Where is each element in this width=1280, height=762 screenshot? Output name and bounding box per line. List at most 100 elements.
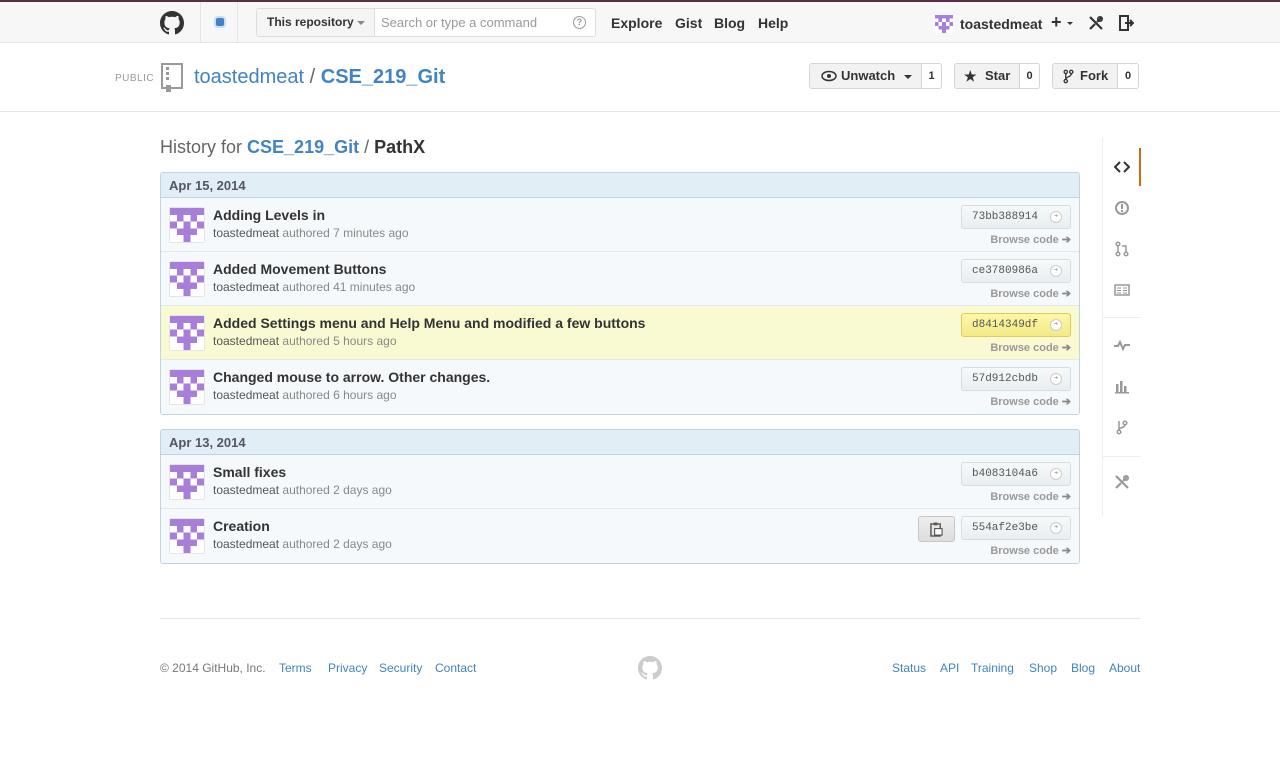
- search-help-icon[interactable]: ?: [573, 16, 586, 29]
- browse-code-link[interactable]: Browse code ➔: [990, 287, 1071, 300]
- repo-owner-link[interactable]: toastedmeat: [194, 66, 304, 88]
- commit-message-link[interactable]: Added Settings menu and Help Menu and mo…: [213, 315, 645, 331]
- commit-author-link[interactable]: toastedmeat: [213, 334, 279, 348]
- commit-group: Apr 15, 2014 Adding Levels in toastedmeat…: [160, 172, 1080, 415]
- commit-message-link[interactable]: Small fixes: [213, 464, 286, 480]
- search-scope-dropdown[interactable]: This repository: [257, 9, 375, 36]
- commit-row: Adding Levels in toastedmeat authored 7 m…: [161, 198, 1079, 252]
- nav-blog[interactable]: Blog: [714, 15, 745, 31]
- commit-message-link[interactable]: Creation: [213, 518, 270, 534]
- watchers-count[interactable]: 1: [922, 63, 942, 89]
- commit-sha-button[interactable]: d8414349df ➜: [961, 313, 1071, 337]
- commit-time: 6 hours ago: [333, 388, 397, 402]
- commit-row: Added Movement Buttons toastedmeat author…: [161, 252, 1079, 306]
- github-octocat-icon[interactable]: [160, 11, 184, 35]
- footer-link-contact[interactable]: Contact: [435, 661, 476, 675]
- user-avatar: [935, 15, 953, 33]
- commit-sha: 57d912cbdb: [972, 373, 1039, 385]
- create-new-plus-icon[interactable]: +: [1051, 12, 1062, 33]
- fork-icon: [1063, 69, 1074, 84]
- footer-link-about[interactable]: About: [1109, 661, 1140, 675]
- commit-sha-button[interactable]: 57d912cbdb ➜: [961, 367, 1071, 391]
- footer-link-api[interactable]: API: [940, 661, 959, 675]
- arrow-right-icon: ➔: [1061, 342, 1071, 354]
- sidebar-divider: [1103, 317, 1141, 318]
- account-settings-tools-icon[interactable]: [1088, 15, 1104, 31]
- footer-link-shop[interactable]: Shop: [1029, 661, 1057, 675]
- repo-title-separator: /: [309, 66, 316, 88]
- commit-sha: b4083104a6: [972, 468, 1039, 480]
- commit-message-link[interactable]: Added Movement Buttons: [213, 261, 386, 277]
- star-button[interactable]: ★ Star: [954, 63, 1020, 89]
- commit-author-link[interactable]: toastedmeat: [213, 280, 279, 294]
- commit-sha-button[interactable]: b4083104a6 ➜: [961, 462, 1071, 486]
- page-title: History for CSE_219_Git / PathX: [160, 137, 425, 158]
- author-avatar[interactable]: [169, 207, 205, 243]
- repo-nav-sidebar: [1102, 138, 1141, 516]
- browse-code-link[interactable]: Browse code ➔: [990, 544, 1071, 557]
- sidebar-item-issues[interactable]: [1103, 189, 1141, 227]
- commit-author-link[interactable]: toastedmeat: [213, 226, 279, 240]
- nav-explore[interactable]: Explore: [611, 15, 662, 31]
- commit-sha-button[interactable]: 73bb388914 ➜: [961, 205, 1071, 229]
- unwatch-button[interactable]: Unwatch: [809, 63, 922, 89]
- browse-code-link[interactable]: Browse code ➔: [990, 490, 1071, 503]
- commit-sha-button[interactable]: 554af2e3be ➜: [961, 516, 1071, 540]
- commit-author-link[interactable]: toastedmeat: [213, 537, 279, 551]
- repo-name-link[interactable]: CSE_219_Git: [321, 66, 446, 88]
- arrow-right-icon: ➜: [1050, 319, 1062, 331]
- sidebar-item-wiki[interactable]: [1103, 271, 1141, 309]
- browse-code-link[interactable]: Browse code ➔: [990, 233, 1071, 246]
- settings-tools-icon: [1115, 474, 1130, 489]
- sidebar-item-settings[interactable]: [1103, 463, 1141, 501]
- commit-group: Apr 13, 2014 Small fixes toastedmeat auth…: [160, 429, 1080, 564]
- commit-sha-button[interactable]: ce3780986a ➜: [961, 259, 1071, 283]
- breadcrumb-separator: /: [364, 137, 370, 157]
- sign-out-icon[interactable]: [1118, 15, 1134, 31]
- nav-help[interactable]: Help: [758, 15, 788, 31]
- arrow-right-icon: ➜: [1050, 211, 1062, 223]
- commit-author-link[interactable]: toastedmeat: [213, 483, 279, 497]
- sidebar-item-graphs[interactable]: [1103, 367, 1141, 405]
- github-octocat-icon[interactable]: [638, 656, 662, 680]
- author-avatar[interactable]: [169, 369, 205, 405]
- commit-message-link[interactable]: Adding Levels in: [213, 207, 325, 223]
- forks-count[interactable]: 0: [1118, 63, 1139, 89]
- fork-button[interactable]: Fork: [1052, 63, 1118, 89]
- author-avatar[interactable]: [169, 261, 205, 297]
- sidebar-item-network[interactable]: [1103, 408, 1141, 446]
- nav-gist[interactable]: Gist: [675, 15, 702, 31]
- sidebar-item-pull-requests[interactable]: [1103, 230, 1141, 268]
- site-search: This repository ?: [256, 8, 596, 37]
- browse-code-link[interactable]: Browse code ➔: [990, 341, 1071, 354]
- footer-link-terms[interactable]: Terms: [279, 661, 312, 675]
- breadcrumb-repo-link[interactable]: CSE_219_Git: [247, 137, 359, 157]
- footer-link-privacy[interactable]: Privacy: [328, 661, 367, 675]
- graphs-icon: [1115, 381, 1129, 394]
- authored-label: authored: [282, 280, 330, 294]
- author-avatar[interactable]: [169, 315, 205, 351]
- copy-sha-button[interactable]: [918, 516, 955, 542]
- sidebar-item-code[interactable]: [1103, 148, 1141, 186]
- network-icon: [1116, 420, 1128, 435]
- issues-icon: [1115, 201, 1129, 215]
- search-scope-label: This repository: [267, 15, 354, 29]
- commit-meta: toastedmeat authored 2 days ago: [213, 483, 392, 497]
- wiki-icon: [1114, 284, 1130, 296]
- commit-message-link[interactable]: Changed mouse to arrow. Other changes.: [213, 369, 490, 385]
- arrow-right-icon: ➜: [1050, 265, 1062, 277]
- footer-link-security[interactable]: Security: [379, 661, 422, 675]
- notifications-button[interactable]: [200, 2, 238, 43]
- author-avatar[interactable]: [169, 464, 205, 500]
- footer-link-status[interactable]: Status: [892, 661, 926, 675]
- sidebar-item-pulse[interactable]: [1103, 326, 1141, 364]
- commit-row: Added Settings menu and Help Menu and mo…: [161, 306, 1079, 360]
- search-input[interactable]: [381, 11, 571, 33]
- stargazers-count[interactable]: 0: [1020, 63, 1040, 89]
- author-avatar[interactable]: [169, 518, 205, 554]
- footer-link-blog[interactable]: Blog: [1071, 661, 1095, 675]
- browse-code-link[interactable]: Browse code ➔: [990, 395, 1071, 408]
- footer-link-training[interactable]: Training: [971, 661, 1014, 675]
- username-label: toastedmeat: [960, 16, 1043, 32]
- commit-author-link[interactable]: toastedmeat: [213, 388, 279, 402]
